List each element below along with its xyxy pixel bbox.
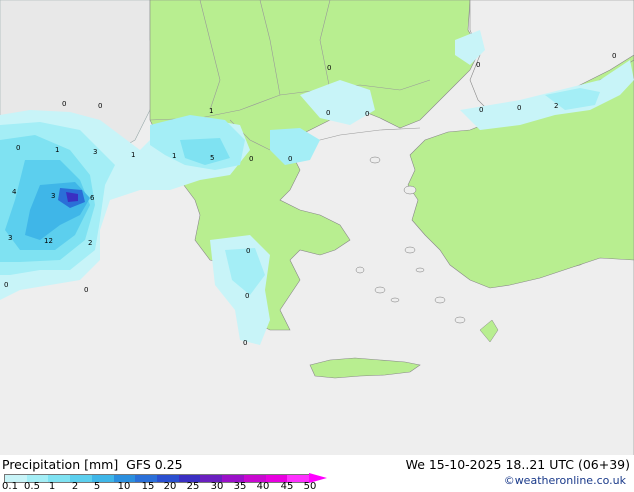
legend-label: 0.5 — [24, 481, 40, 492]
legend-label: 0.1 — [2, 481, 18, 492]
value-label: 2 — [88, 239, 92, 247]
legend-label: 5 — [93, 481, 101, 492]
value-label: 1 — [172, 152, 176, 160]
value-label: 1 — [131, 151, 135, 159]
value-label: 0 — [612, 52, 616, 60]
value-label: 1 — [55, 146, 59, 154]
value-label: 0 — [246, 247, 250, 255]
value-label: 0 — [4, 281, 8, 289]
value-label: 3 — [8, 234, 12, 242]
value-label: 0 — [249, 155, 253, 163]
value-label: 0 — [365, 110, 369, 118]
value-label: 0 — [16, 144, 20, 152]
legend-label: 40 — [256, 481, 270, 492]
value-label: 6 — [90, 194, 95, 202]
legend-label: 1 — [48, 481, 56, 492]
value-label: 4 — [12, 188, 17, 196]
legend-label: 35 — [233, 481, 247, 492]
legend-label: 20 — [163, 481, 177, 492]
value-label: 0 — [476, 61, 480, 69]
legend-label: 2 — [71, 481, 79, 492]
value-label: 0 — [84, 286, 88, 294]
map-title: Precipitation [mm] GFS 0.25 — [2, 457, 183, 472]
value-label: 0 — [479, 106, 483, 114]
value-label: 3 — [93, 148, 97, 156]
legend-label: 50 — [303, 481, 317, 492]
value-label: 12 — [44, 237, 53, 245]
footer: Precipitation [mm] GFS 0.25 We 15-10-202… — [0, 455, 634, 492]
legend-label: 10 — [117, 481, 131, 492]
legend-label: 30 — [210, 481, 224, 492]
value-label: 0 — [326, 109, 330, 117]
legend-label: 15 — [141, 481, 155, 492]
value-label: 3 — [51, 192, 55, 200]
value-label: 1 — [209, 107, 213, 115]
credit-link[interactable]: ©weatheronline.co.uk — [504, 474, 626, 487]
value-label: 0 — [98, 102, 102, 110]
value-label: 0 — [288, 155, 292, 163]
legend-label: 45 — [280, 481, 294, 492]
value-label: 0 — [327, 64, 331, 72]
legend-label: 25 — [186, 481, 200, 492]
precipitation-map: 0 0 0 1 3 1 1 5 0 0 0 0 0 0 0 0 1 2 4 3 … — [0, 0, 634, 455]
value-label: 2 — [554, 102, 558, 110]
valid-time: We 15-10-2025 18..21 UTC (06+39) — [405, 457, 630, 472]
value-label: 0 — [517, 104, 521, 112]
value-label: 0 — [62, 100, 66, 108]
value-label: 0 — [243, 339, 247, 347]
value-label: 0 — [245, 292, 249, 300]
value-label: 5 — [210, 154, 214, 162]
